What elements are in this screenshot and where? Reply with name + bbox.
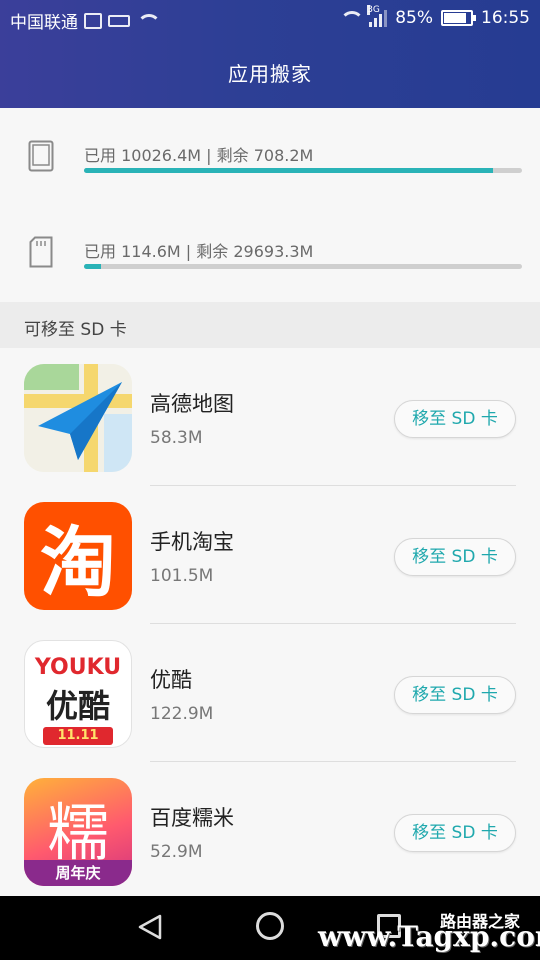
app-size: 122.9M: [150, 704, 214, 724]
image-notification-icon: [84, 12, 102, 29]
app-size: 52.9M: [150, 842, 203, 862]
nuomi-badge: 周年庆: [24, 860, 132, 886]
baidu-nuomi-icon: 糯 周年庆: [24, 778, 132, 886]
move-to-sd-button[interactable]: 移至 SD 卡: [394, 814, 516, 852]
home-icon[interactable]: [256, 912, 284, 940]
app-list: 高德地图 58.3M 移至 SD 卡 淘 手机淘宝 101.5M 移至 SD 卡…: [0, 348, 540, 900]
taobao-icon: 淘: [24, 502, 132, 610]
internal-storage-text: 已用 10026.4M | 剩余 708.2M: [84, 146, 314, 165]
watermark: www.Tagxp.com: [318, 920, 540, 953]
youku-badge: 11.11: [43, 727, 113, 745]
app-name: 优酷: [150, 668, 192, 692]
sd-card-icon: [29, 236, 53, 268]
section-header: 可移至 SD 卡: [0, 302, 540, 348]
list-item: 糯 周年庆 百度糯米 52.9M 移至 SD 卡: [0, 762, 540, 900]
youku-icon: YOUKU 优酷 11.11: [24, 640, 132, 748]
youku-cn-text: 优酷: [45, 687, 110, 725]
nuomi-glyph: 糯: [46, 796, 109, 869]
youku-logo-text: YOUKU: [34, 655, 122, 680]
internal-storage-row: 已用 10026.4M | 剩余 708.2M: [0, 108, 540, 204]
page-title: 应用搬家: [228, 62, 312, 86]
list-item: 淘 手机淘宝 101.5M 移至 SD 卡: [0, 486, 540, 624]
cell-signal-icon: 3G: [367, 5, 388, 27]
battery-icon: [441, 10, 476, 26]
wifi-icon: [136, 12, 161, 30]
internal-storage-bar: [84, 168, 522, 173]
amap-icon: [24, 364, 132, 472]
app-name: 手机淘宝: [150, 530, 234, 554]
taobao-glyph: 淘: [40, 518, 116, 607]
sd-storage-text: 已用 114.6M | 剩余 29693.3M: [84, 242, 314, 261]
keyboard-icon: [108, 14, 130, 27]
app-size: 58.3M: [150, 428, 203, 448]
app-header: 中国联通 3G 85% 16:55 应用搬家: [0, 0, 540, 108]
app-size: 101.5M: [150, 566, 214, 586]
list-item: 高德地图 58.3M 移至 SD 卡: [0, 348, 540, 486]
app-name: 百度糯米: [150, 806, 234, 830]
move-to-sd-button[interactable]: 移至 SD 卡: [394, 676, 516, 714]
sd-storage-bar: [84, 264, 522, 269]
battery-percent: 85%: [395, 8, 433, 28]
carrier-label: 中国联通: [10, 13, 78, 33]
list-item: YOUKU 优酷 11.11 优酷 122.9M 移至 SD 卡: [0, 624, 540, 762]
sd-storage-row: 已用 114.6M | 剩余 29693.3M: [0, 204, 540, 300]
clock: 16:55: [481, 8, 530, 28]
move-to-sd-button[interactable]: 移至 SD 卡: [394, 538, 516, 576]
app-name: 高德地图: [150, 392, 234, 416]
move-to-sd-button[interactable]: 移至 SD 卡: [394, 400, 516, 438]
back-icon[interactable]: [138, 914, 162, 940]
network-type-label: 3G: [367, 5, 380, 15]
wifi-signal-icon: [339, 9, 365, 27]
phone-storage-icon: [28, 140, 54, 172]
status-bar: 中国联通 3G 85% 16:55: [0, 0, 540, 38]
